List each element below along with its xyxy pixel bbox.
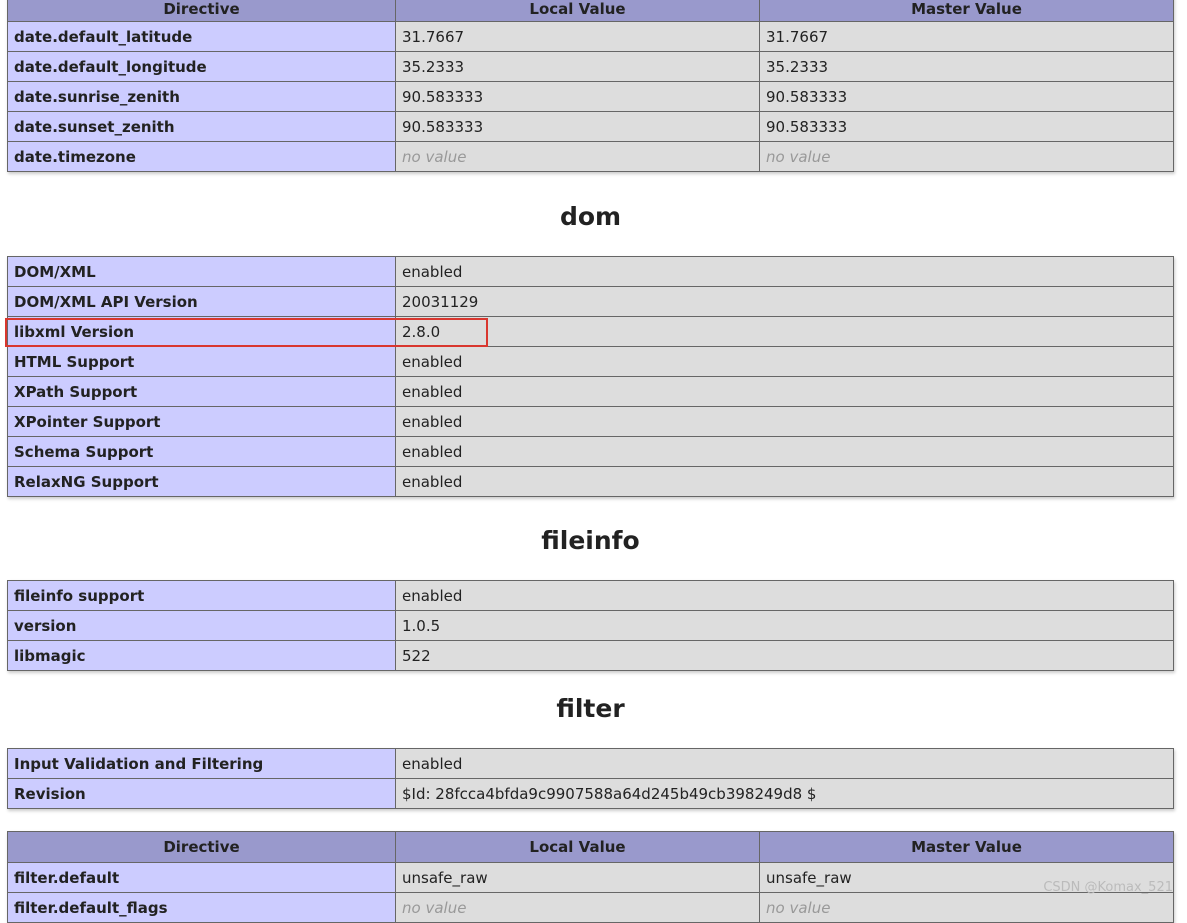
table-row: libxml Version 2.8.0 xyxy=(7,316,1174,347)
table-row: version 1.0.5 xyxy=(7,610,1174,641)
filter-table: Input Validation and Filtering enabled R… xyxy=(7,748,1174,809)
directive-name: date.timezone xyxy=(7,141,396,172)
setting-name: DOM/XML API Version xyxy=(7,286,396,317)
table-row: date.sunrise_zenith 90.583333 90.583333 xyxy=(7,81,1174,112)
directive-name: filter.default_flags xyxy=(7,892,396,923)
table-header-row: Directive Local Value Master Value xyxy=(7,0,1174,22)
table-row: Revision $Id: 28fcca4bfda9c9907588a64d24… xyxy=(7,778,1174,809)
setting-name: Input Validation and Filtering xyxy=(7,748,396,779)
directive-name: date.default_latitude xyxy=(7,21,396,52)
setting-name: DOM/XML xyxy=(7,256,396,287)
setting-value: enabled xyxy=(395,466,1174,497)
local-value: no value xyxy=(395,892,760,923)
setting-value: enabled xyxy=(395,436,1174,467)
master-value: 35.2333 xyxy=(759,51,1174,82)
column-header-local-value: Local Value xyxy=(395,831,760,863)
setting-name: HTML Support xyxy=(7,346,396,377)
section-title-fileinfo: fileinfo xyxy=(541,526,640,555)
dom-table: DOM/XML enabled DOM/XML API Version 2003… xyxy=(7,256,1174,497)
table-row: filter.default unsafe_raw unsafe_raw xyxy=(7,862,1174,893)
setting-name: RelaxNG Support xyxy=(7,466,396,497)
setting-name: XPointer Support xyxy=(7,406,396,437)
table-row: fileinfo support enabled xyxy=(7,580,1174,611)
column-header-directive: Directive xyxy=(7,0,396,22)
table-row: DOM/XML enabled xyxy=(7,256,1174,287)
table-row: date.default_longitude 35.2333 35.2333 xyxy=(7,51,1174,82)
master-value: 31.7667 xyxy=(759,21,1174,52)
master-value: 90.583333 xyxy=(759,111,1174,142)
column-header-master-value: Master Value xyxy=(759,831,1174,863)
table-row: date.default_latitude 31.7667 31.7667 xyxy=(7,21,1174,52)
local-value: 35.2333 xyxy=(395,51,760,82)
setting-value: enabled xyxy=(395,406,1174,437)
setting-value: enabled xyxy=(395,580,1174,611)
setting-name: libxml Version xyxy=(7,316,396,347)
directive-name: date.sunrise_zenith xyxy=(7,81,396,112)
column-header-directive: Directive xyxy=(7,831,396,863)
table-row: Schema Support enabled xyxy=(7,436,1174,467)
setting-value: enabled xyxy=(395,376,1174,407)
local-value: 31.7667 xyxy=(395,21,760,52)
setting-name: libmagic xyxy=(7,640,396,671)
directive-name: date.sunset_zenith xyxy=(7,111,396,142)
setting-value: $Id: 28fcca4bfda9c9907588a64d245b49cb398… xyxy=(395,778,1174,809)
section-title-dom: dom xyxy=(559,202,622,231)
table-row: libmagic 522 xyxy=(7,640,1174,671)
table-row: date.timezone no value no value xyxy=(7,141,1174,172)
table-header-row: Directive Local Value Master Value xyxy=(7,831,1174,863)
fileinfo-table: fileinfo support enabled version 1.0.5 l… xyxy=(7,580,1174,671)
local-value: 90.583333 xyxy=(395,81,760,112)
table-row: XPointer Support enabled xyxy=(7,406,1174,437)
directive-name: date.default_longitude xyxy=(7,51,396,82)
setting-name: XPath Support xyxy=(7,376,396,407)
watermark-text: CSDN @Komax_521 xyxy=(1043,880,1173,895)
table-row: HTML Support enabled xyxy=(7,346,1174,377)
setting-value: enabled xyxy=(395,346,1174,377)
master-value: no value xyxy=(759,892,1174,923)
setting-name: fileinfo support xyxy=(7,580,396,611)
setting-value: 1.0.5 xyxy=(395,610,1174,641)
column-header-master-value: Master Value xyxy=(759,0,1174,22)
table-row: date.sunset_zenith 90.583333 90.583333 xyxy=(7,111,1174,142)
setting-name: version xyxy=(7,610,396,641)
filter-directives-table: Directive Local Value Master Value filte… xyxy=(7,831,1174,923)
table-row: filter.default_flags no value no value xyxy=(7,892,1174,923)
section-title-filter: filter xyxy=(556,694,625,723)
column-header-local-value: Local Value xyxy=(395,0,760,22)
setting-name: Revision xyxy=(7,778,396,809)
local-value: unsafe_raw xyxy=(395,862,760,893)
table-row: RelaxNG Support enabled xyxy=(7,466,1174,497)
table-row: XPath Support enabled xyxy=(7,376,1174,407)
setting-name: Schema Support xyxy=(7,436,396,467)
master-value: no value xyxy=(759,141,1174,172)
table-row: DOM/XML API Version 20031129 xyxy=(7,286,1174,317)
setting-value: enabled xyxy=(395,256,1174,287)
directive-name: filter.default xyxy=(7,862,396,893)
date-directives-table: Directive Local Value Master Value date.… xyxy=(7,0,1174,172)
setting-value: 2.8.0 xyxy=(395,316,1174,347)
setting-value: enabled xyxy=(395,748,1174,779)
setting-value: 20031129 xyxy=(395,286,1174,317)
table-row: Input Validation and Filtering enabled xyxy=(7,748,1174,779)
local-value: no value xyxy=(395,141,760,172)
setting-value: 522 xyxy=(395,640,1174,671)
local-value: 90.583333 xyxy=(395,111,760,142)
master-value: 90.583333 xyxy=(759,81,1174,112)
